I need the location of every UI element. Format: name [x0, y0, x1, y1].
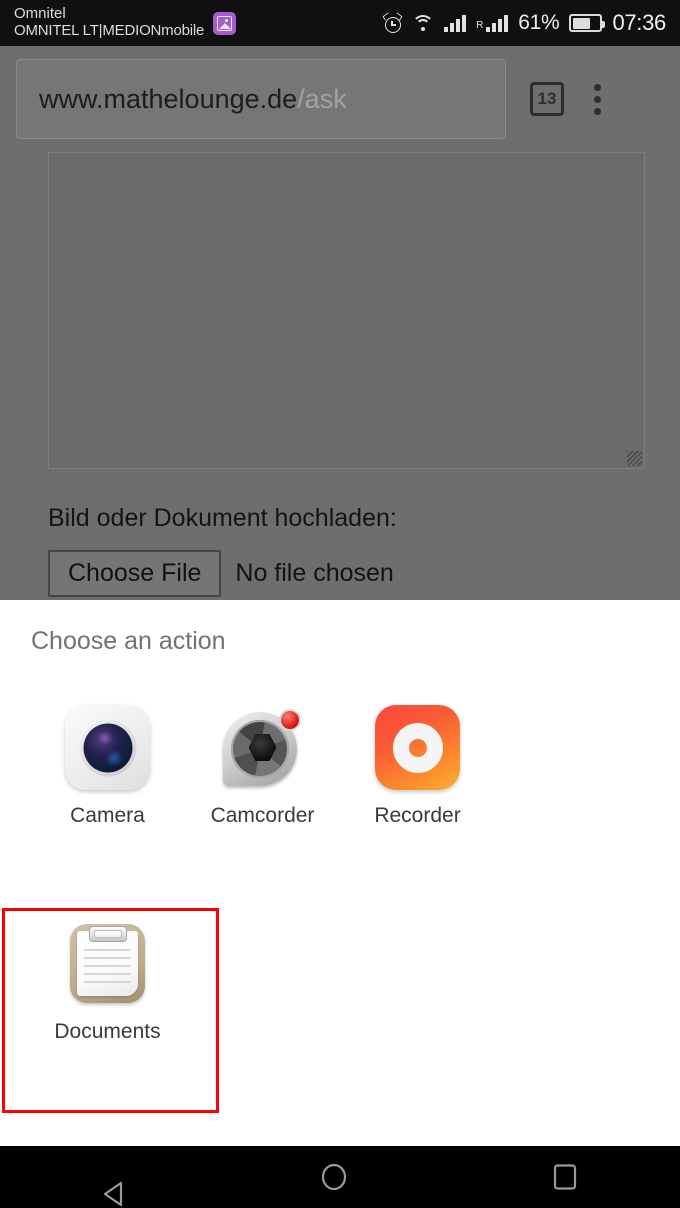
kebab-menu-icon[interactable] — [594, 83, 601, 115]
action-label-recorder: Recorder — [374, 804, 461, 827]
question-textarea[interactable] — [48, 152, 645, 469]
phone-screen: Omnitel OMNITEL LT|MEDIONmobile R 61% 07… — [0, 0, 680, 1208]
sheet-title: Choose an action — [31, 627, 226, 655]
action-item-recorder[interactable]: Recorder — [340, 680, 495, 828]
status-clock: 07:36 — [612, 10, 666, 35]
battery-icon — [569, 14, 606, 32]
file-status-text: No file chosen — [235, 559, 394, 587]
action-label-camera: Camera — [70, 804, 145, 827]
image-photo-icon — [213, 11, 237, 35]
roaming-label: R — [476, 19, 484, 31]
action-item-camcorder[interactable]: Camcorder — [185, 680, 340, 828]
alarm-clock-icon — [382, 11, 403, 33]
file-input-row: Choose File No file chosen — [48, 550, 394, 597]
resize-grip-icon[interactable] — [627, 451, 642, 466]
carrier-info: Omnitel OMNITEL LT|MEDIONmobile — [14, 5, 205, 40]
action-row-1: Camera Camcorder Recorder — [0, 680, 680, 828]
choose-file-button[interactable]: Choose File — [48, 550, 222, 597]
action-grid: Camera Camcorder Recorder Documents — [0, 680, 680, 1044]
url-bar[interactable]: www.mathelounge.de/ask — [16, 59, 506, 139]
action-label-camcorder: Camcorder — [210, 804, 315, 827]
recents-square-icon[interactable] — [548, 1160, 582, 1194]
status-bar: Omnitel OMNITEL LT|MEDIONmobile R 61% 07… — [0, 0, 680, 46]
sim2-signal-bars-icon — [486, 14, 509, 32]
web-page-content: Bild oder Dokument hochladen: Choose Fil… — [0, 152, 680, 600]
action-item-documents[interactable]: Documents — [30, 896, 185, 1044]
tab-counter-icon[interactable]: 13 — [530, 82, 564, 116]
action-item-camera[interactable]: Camera — [30, 680, 185, 828]
status-icons: R 61% 07:36 — [382, 10, 666, 36]
photo-mountain-shape — [218, 23, 231, 29]
photo-sun-shape — [225, 18, 229, 22]
url-host: www.mathelounge.de — [39, 83, 298, 114]
home-circle-icon[interactable] — [317, 1160, 351, 1194]
url-path: /ask — [297, 83, 347, 114]
wifi-icon — [412, 14, 435, 32]
documents-clipboard-icon — [65, 921, 150, 1006]
upload-label: Bild oder Dokument hochladen: — [48, 504, 397, 532]
back-triangle-icon[interactable] — [98, 1162, 123, 1207]
battery-percent: 61% — [518, 11, 560, 34]
camera-icon — [65, 705, 150, 790]
recorder-icon — [375, 705, 460, 790]
browser-toolbar: www.mathelounge.de/ask 13 — [0, 46, 680, 152]
android-nav-bar — [0, 1146, 680, 1208]
action-label-documents: Documents — [54, 1020, 161, 1043]
carrier-line-1: Omnitel — [14, 5, 66, 23]
choose-action-sheet: Choose an action Camera Camcorder Record… — [0, 600, 680, 1146]
action-row-2: Documents — [0, 896, 680, 1044]
sim2-signal-group: R — [476, 14, 509, 32]
carrier-line-2: OMNITEL LT|MEDIONmobile — [14, 22, 205, 39]
sim1-signal-bars-icon — [444, 14, 467, 32]
camcorder-icon — [220, 705, 305, 790]
